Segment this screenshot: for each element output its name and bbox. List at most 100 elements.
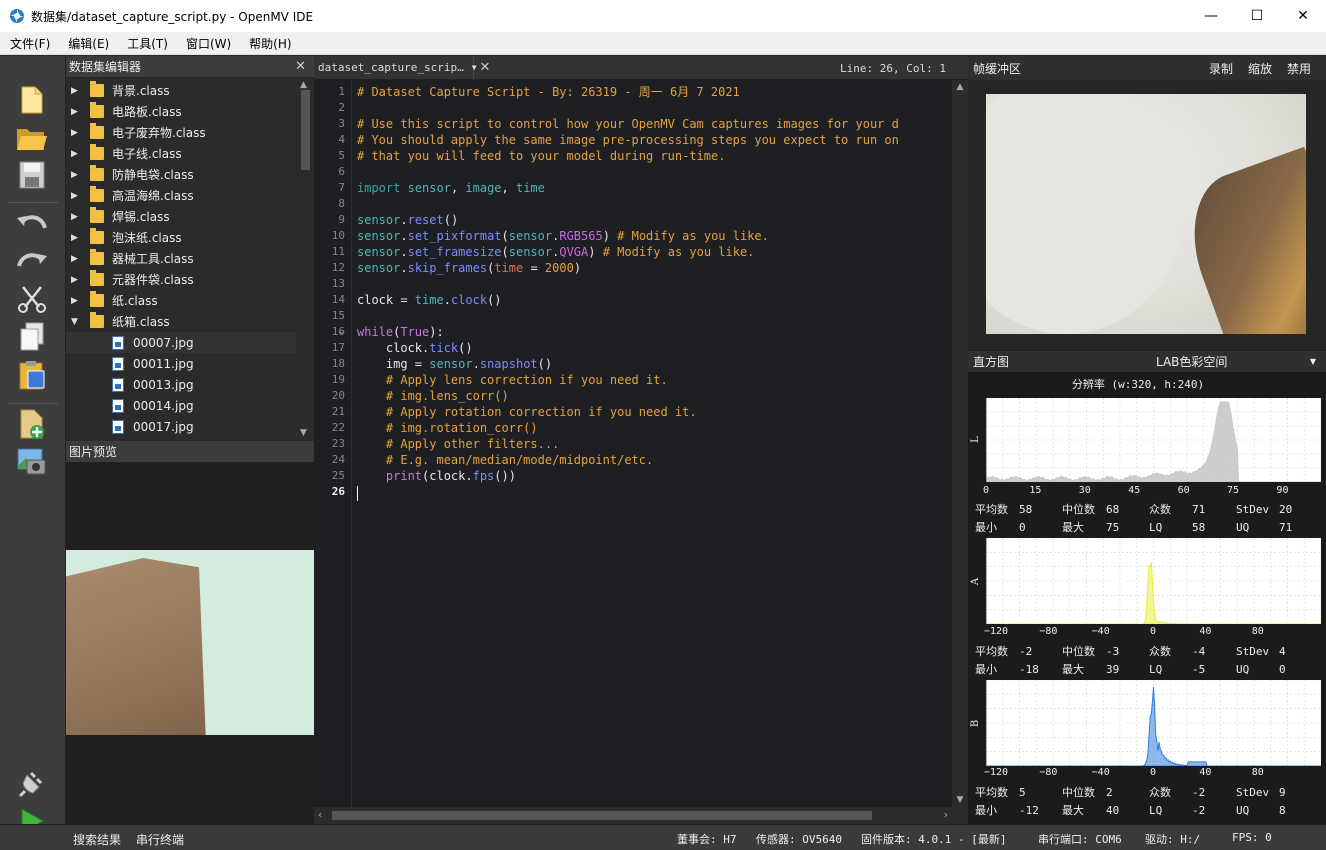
tree-file-row[interactable]: 00011.jpg — [66, 353, 296, 374]
save-icon[interactable] — [15, 159, 49, 191]
tree-file-row[interactable]: 00014.jpg — [66, 395, 296, 416]
code-line[interactable] — [357, 196, 952, 212]
code-area[interactable]: # Dataset Capture Script - By: 26319 - 周… — [357, 84, 952, 500]
tree-folder-row[interactable]: ▼ 纸箱.class — [66, 311, 296, 332]
tree-folder-row[interactable]: ▶ 元器件袋.class — [66, 269, 296, 290]
capture-image-icon[interactable] — [15, 445, 49, 477]
frame-buffer-image[interactable] — [986, 94, 1306, 334]
tree-file-row[interactable]: 00007.jpg — [66, 332, 296, 353]
code-line[interactable] — [357, 100, 952, 116]
zoom-button[interactable]: 缩放 — [1248, 60, 1272, 77]
code-line[interactable]: # Use this script to control how your Op… — [357, 116, 952, 132]
new-file-icon[interactable] — [15, 84, 49, 116]
code-line[interactable]: # img.lens_corr() — [357, 388, 952, 404]
expand-arrow-icon[interactable]: ▶ — [66, 254, 84, 264]
code-line[interactable]: sensor.set_pixformat(sensor.RGB565) # Mo… — [357, 228, 952, 244]
code-line[interactable]: while(True): — [357, 324, 952, 340]
horizontal-scroll-thumb[interactable] — [332, 811, 872, 820]
paste-icon[interactable] — [15, 359, 49, 391]
scroll-down-icon[interactable]: ▼ — [952, 795, 968, 805]
tree-file-row[interactable]: 00017.jpg — [66, 416, 296, 437]
color-space-select[interactable]: LAB色彩空间 — [1156, 353, 1227, 370]
tree-folder-row[interactable]: ▶ 电子线.class — [66, 143, 296, 164]
scroll-down-icon[interactable]: ▼ — [300, 428, 307, 438]
tree-scrollbar[interactable]: ▲ ▼ — [296, 80, 314, 440]
expand-arrow-icon[interactable]: ▶ — [66, 170, 84, 180]
expand-arrow-icon[interactable]: ▶ — [66, 191, 84, 201]
menu-edit[interactable]: 编辑(E) — [58, 35, 117, 52]
close-icon[interactable]: ✕ — [295, 59, 306, 74]
code-line[interactable]: img = sensor.snapshot() — [357, 356, 952, 372]
undo-icon[interactable] — [15, 208, 49, 240]
menu-tools[interactable]: 工具(T) — [117, 35, 176, 52]
expand-arrow-icon[interactable]: ▶ — [66, 296, 84, 306]
menu-window[interactable]: 窗口(W) — [176, 35, 239, 52]
drive-status[interactable]: 驱动: H:/ — [1145, 831, 1200, 847]
copy-icon[interactable] — [15, 321, 49, 353]
code-line[interactable]: # img.rotation_corr() — [357, 420, 952, 436]
disable-button[interactable]: 禁用 — [1287, 60, 1311, 77]
code-line[interactable]: clock.tick() — [357, 340, 952, 356]
code-line[interactable]: # You should apply the same image pre-pr… — [357, 132, 952, 148]
scroll-up-icon[interactable]: ▲ — [300, 80, 307, 90]
scroll-up-icon[interactable]: ▲ — [952, 82, 968, 92]
chevron-down-icon[interactable]: ▼ — [1310, 357, 1316, 366]
expand-arrow-icon[interactable]: ▶ — [66, 149, 84, 159]
code-line[interactable]: sensor.reset() — [357, 212, 952, 228]
open-folder-icon[interactable] — [15, 122, 49, 154]
tree-scroll-thumb[interactable] — [301, 90, 310, 170]
code-line[interactable]: # Dataset Capture Script - By: 26319 - 周… — [357, 84, 952, 100]
serial-terminal-tab[interactable]: 串行终端 — [136, 831, 184, 848]
code-editor[interactable]: 1 2 3 4 5 6 7 8 9 10 11 12 13 14 15 16 17 18 19 20 21 22 23 24 2… — [314, 80, 968, 807]
code-line[interactable] — [357, 484, 952, 500]
maximize-button[interactable]: ☐ — [1234, 0, 1280, 32]
tree-folder-row[interactable]: ▶ 焊锡.class — [66, 206, 296, 227]
code-line[interactable] — [357, 276, 952, 292]
tree-folder-row[interactable]: ▶ 电路板.class — [66, 101, 296, 122]
code-line[interactable]: # Apply rotation correction if you need … — [357, 404, 952, 420]
editor-vertical-scrollbar[interactable]: ▲ ▼ — [952, 80, 968, 807]
tree-folder-row[interactable]: ▶ 纸.class — [66, 290, 296, 311]
expand-arrow-icon[interactable]: ▶ — [66, 107, 84, 117]
expand-arrow-icon[interactable]: ▶ — [66, 128, 84, 138]
tree-file-row[interactable]: 00013.jpg — [66, 374, 296, 395]
code-line[interactable]: # Apply other filters... — [357, 436, 952, 452]
cut-icon[interactable] — [15, 283, 49, 315]
tree-folder-row[interactable]: ▶ 防静电袋.class — [66, 164, 296, 185]
close-button[interactable]: ✕ — [1280, 0, 1326, 32]
connect-icon[interactable] — [15, 768, 49, 800]
code-line[interactable] — [357, 164, 952, 180]
minimize-button[interactable]: — — [1188, 0, 1234, 32]
scroll-left-icon[interactable]: ‹ — [318, 808, 322, 821]
code-line[interactable]: print(clock.fps()) — [357, 468, 952, 484]
new-dataset-class-icon[interactable] — [15, 408, 49, 440]
firmware-status[interactable]: 固件版本: 4.0.1 - [最新] — [861, 831, 1006, 847]
menu-help[interactable]: 帮助(H) — [239, 35, 299, 52]
code-line[interactable]: # Apply lens correction if you need it. — [357, 372, 952, 388]
collapse-arrow-icon[interactable]: ▼ — [66, 317, 84, 327]
tree-folder-row[interactable]: ▶ 高温海绵.class — [66, 185, 296, 206]
close-tab-icon[interactable]: ✕ — [474, 60, 496, 75]
code-line[interactable]: sensor.set_framesize(sensor.QVGA) # Modi… — [357, 244, 952, 260]
search-results-tab[interactable]: 搜索结果 — [73, 831, 121, 848]
menu-file[interactable]: 文件(F) — [0, 35, 58, 52]
redo-icon[interactable] — [15, 246, 49, 278]
tree-folder-row[interactable]: ▶ 器械工具.class — [66, 248, 296, 269]
code-line[interactable]: # that you will feed to your model durin… — [357, 148, 952, 164]
code-line[interactable]: clock = time.clock() — [357, 292, 952, 308]
serial-port-status[interactable]: 串行端口: COM6 — [1038, 831, 1122, 847]
editor-file-tab[interactable]: dataset_capture_scrip… ▼ — [314, 55, 477, 80]
expand-arrow-icon[interactable]: ▶ — [66, 275, 84, 285]
expand-arrow-icon[interactable]: ▶ — [66, 86, 84, 96]
code-line[interactable]: sensor.skip_frames(time = 2000) — [357, 260, 952, 276]
record-button[interactable]: 录制 — [1209, 60, 1233, 77]
editor-horizontal-scrollbar[interactable]: ‹ › — [314, 807, 968, 824]
tree-folder-row[interactable]: ▶ 背景.class — [66, 80, 296, 101]
expand-arrow-icon[interactable]: ▶ — [66, 233, 84, 243]
tree-folder-row[interactable]: ▶ 泡沫纸.class — [66, 227, 296, 248]
code-line[interactable]: import sensor, image, time — [357, 180, 952, 196]
tree-folder-row[interactable]: ▶ 电子废弃物.class — [66, 122, 296, 143]
scroll-right-icon[interactable]: › — [944, 808, 948, 821]
code-line[interactable]: # E.g. mean/median/mode/midpoint/etc. — [357, 452, 952, 468]
fold-arrow-icon[interactable]: ⌄ — [338, 327, 345, 336]
